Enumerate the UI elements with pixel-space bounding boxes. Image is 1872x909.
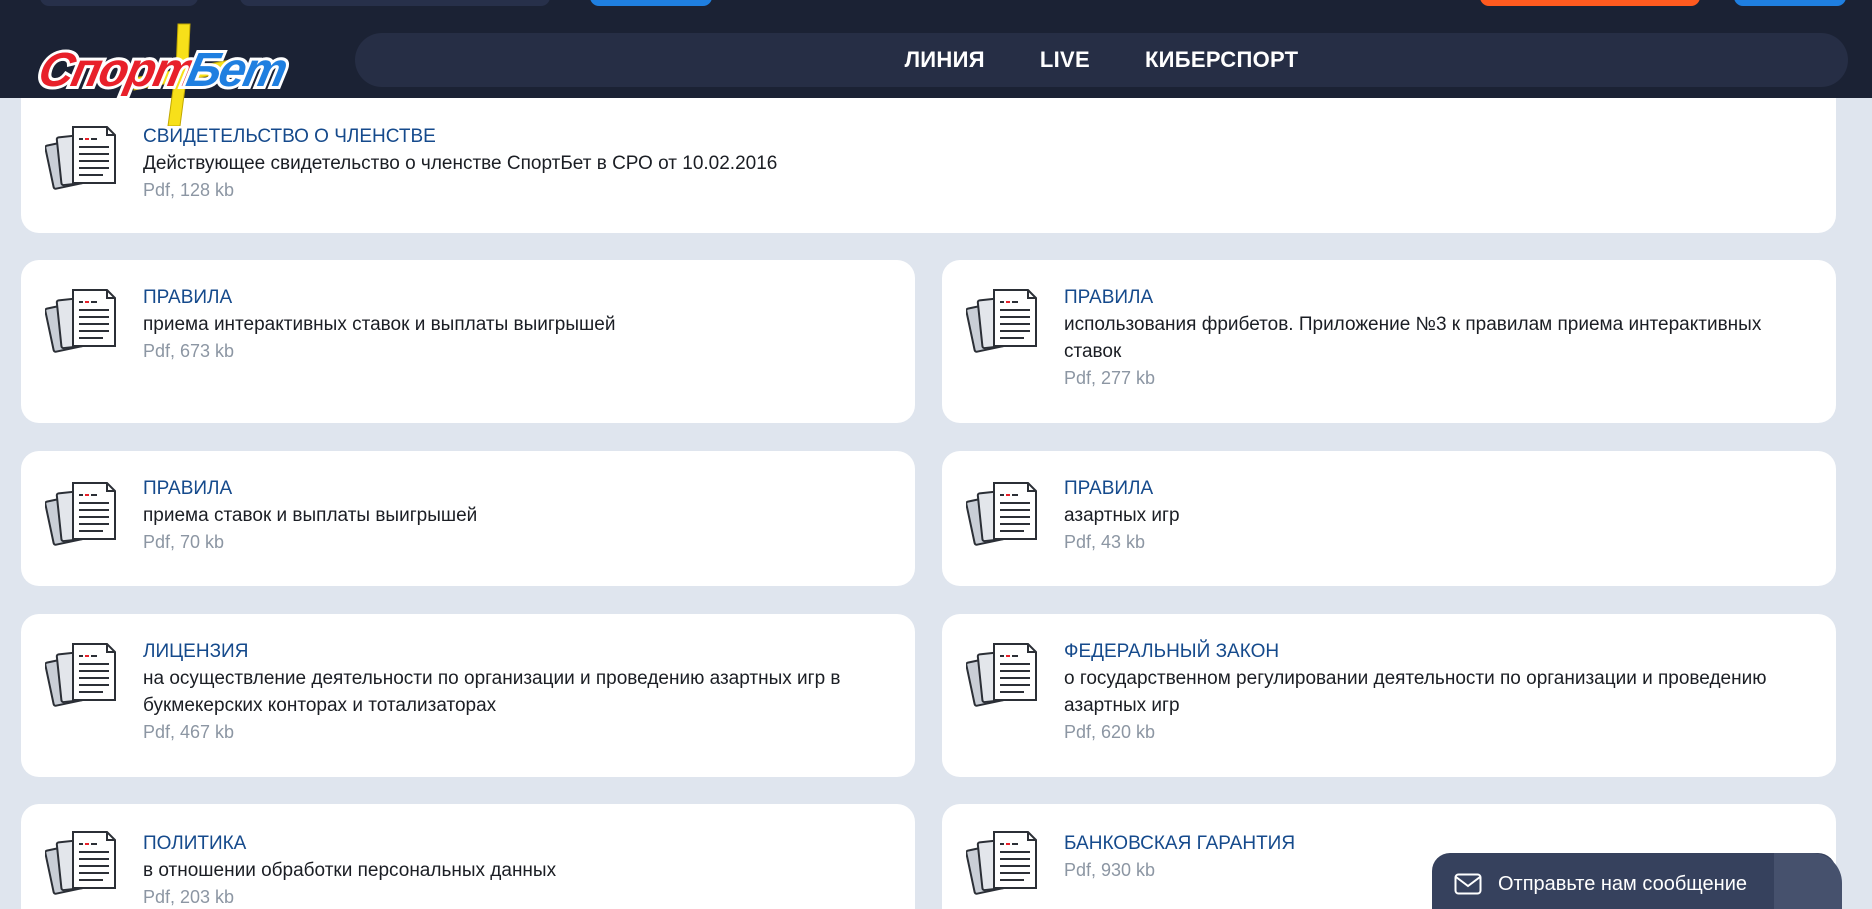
document-file-info: Pdf, 70 kb <box>143 532 225 552</box>
document-icon <box>45 482 116 546</box>
top-control-stub[interactable] <box>40 0 198 6</box>
document-file-info: Pdf, 620 kb <box>1064 722 1156 742</box>
document-file-info: Pdf, 43 kb <box>1064 532 1146 552</box>
document-card-rules-freebets[interactable]: ПРАВИЛА использования фрибетов. Приложен… <box>942 260 1836 423</box>
chat-corner-decoration <box>1774 853 1842 909</box>
document-card-federal-law[interactable]: ФЕДЕРАЛЬНЫЙ ЗАКОН о государственном регу… <box>942 614 1836 777</box>
chat-widget-label: Отправьте нам сообщение <box>1498 872 1747 895</box>
document-card-rules-bets[interactable]: ПРАВИЛА приема ставок и выплаты выигрыше… <box>21 451 915 586</box>
document-description: приема интерактивных ставок и выплаты вы… <box>143 314 616 335</box>
svg-text:Спорт: Спорт <box>34 43 201 96</box>
top-button-stub[interactable] <box>590 0 712 6</box>
document-icon <box>45 289 116 353</box>
document-title: СВИДЕТЕЛЬСТВО О ЧЛЕНСТВЕ <box>143 126 436 147</box>
svg-text:Бет: Бет <box>182 43 292 96</box>
document-file-info: Pdf, 203 kb <box>143 887 235 907</box>
document-description: азартных игр <box>1064 505 1180 526</box>
document-icon <box>966 643 1037 707</box>
document-description: приема ставок и выплаты выигрышей <box>143 505 478 526</box>
chat-widget-button[interactable]: Отправьте нам сообщение <box>1432 853 1842 909</box>
document-icon <box>966 482 1037 546</box>
envelope-icon <box>1454 873 1482 895</box>
document-file-info: Pdf, 673 kb <box>143 341 235 361</box>
document-title: ПОЛИТИКА <box>143 833 247 854</box>
top-button-stub[interactable] <box>1480 0 1700 6</box>
document-description: о государственном регулировании деятельн… <box>1064 668 1767 716</box>
document-description: на осуществление деятельности по организ… <box>143 668 841 716</box>
document-title: ЛИЦЕНЗИЯ <box>143 641 249 662</box>
document-description: в отношении обработки персональных данны… <box>143 860 557 881</box>
document-file-info: Pdf, 277 kb <box>1064 368 1156 388</box>
document-description: Действующее свидетельство о членстве Спо… <box>143 153 778 174</box>
top-button-stub[interactable] <box>1734 0 1846 6</box>
document-title: ПРАВИЛА <box>1064 478 1154 499</box>
document-icon <box>966 831 1037 895</box>
document-icon <box>45 643 116 707</box>
document-file-info: Pdf, 467 kb <box>143 722 235 742</box>
document-card-license[interactable]: ЛИЦЕНЗИЯ на осуществление деятельности п… <box>21 614 915 777</box>
document-card-privacy-policy[interactable]: ПОЛИТИКА в отношении обработки персональ… <box>21 804 915 909</box>
document-icon <box>966 289 1037 353</box>
main-nav: ЛИНИЯ LIVE КИБЕРСПОРТ <box>355 33 1848 87</box>
document-card-rules-gambling[interactable]: ПРАВИЛА азартных игр Pdf, 43 kb <box>942 451 1836 586</box>
document-icon <box>45 831 116 895</box>
document-title: ФЕДЕРАЛЬНЫЙ ЗАКОН <box>1064 641 1280 662</box>
document-file-info: Pdf, 128 kb <box>143 180 235 200</box>
document-title: ПРАВИЛА <box>143 287 233 308</box>
nav-item-live[interactable]: LIVE <box>1040 47 1090 73</box>
sportbet-logo[interactable]: Спорт Бет <box>30 22 306 126</box>
document-title: ПРАВИЛА <box>143 478 233 499</box>
nav-item-esports[interactable]: КИБЕРСПОРТ <box>1145 47 1299 73</box>
document-card-rules-interactive[interactable]: ПРАВИЛА приема интерактивных ставок и вы… <box>21 260 915 423</box>
document-icon <box>45 126 116 190</box>
top-control-stub[interactable] <box>240 0 550 6</box>
document-description: использования фрибетов. Приложение №3 к … <box>1064 314 1762 362</box>
nav-item-line[interactable]: ЛИНИЯ <box>905 47 985 73</box>
document-title: ПРАВИЛА <box>1064 287 1154 308</box>
